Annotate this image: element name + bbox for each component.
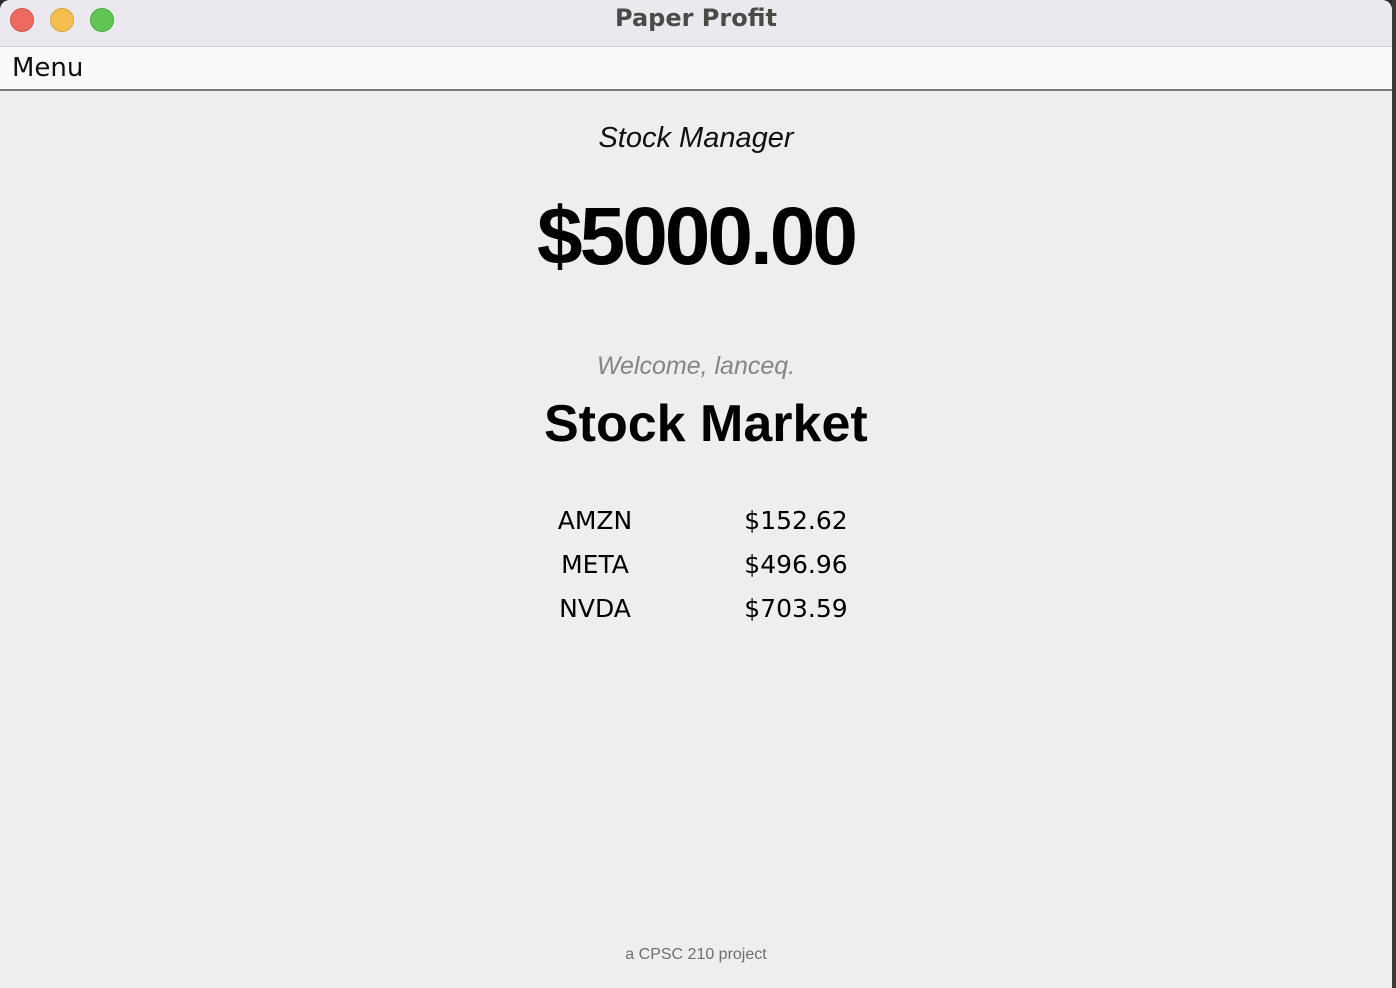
stock-price: $496.96	[744, 550, 848, 579]
menu-button[interactable]: Menu	[12, 53, 83, 83]
stock-row[interactable]: META $496.96	[530, 550, 870, 594]
balance-display: $5000.00	[536, 191, 858, 282]
stock-list: AMZN $152.62 META $496.96 NVDA $703.59	[530, 506, 870, 638]
stock-ticker: AMZN	[557, 506, 633, 535]
market-heading: Stock Market	[544, 395, 868, 453]
desktop-edge	[1392, 0, 1396, 988]
stock-price: $703.59	[744, 594, 848, 623]
stock-ticker: META	[561, 550, 629, 579]
stock-ticker: NVDA	[559, 594, 631, 623]
app-subtitle: Stock Manager	[598, 122, 794, 154]
title-bar[interactable]: Paper Profit	[0, 0, 1392, 47]
menu-bar: Menu	[0, 47, 1392, 91]
stock-row[interactable]: NVDA $703.59	[530, 594, 870, 638]
window-title: Paper Profit	[615, 4, 777, 32]
footer-credit: a CPSC 210 project	[625, 946, 767, 963]
stock-price: $152.62	[744, 506, 848, 535]
app-window: Paper Profit Menu Stock Manager $5000.00…	[0, 0, 1392, 988]
stock-row[interactable]: AMZN $152.62	[530, 506, 870, 550]
welcome-message: Welcome, lanceq.	[596, 352, 796, 380]
